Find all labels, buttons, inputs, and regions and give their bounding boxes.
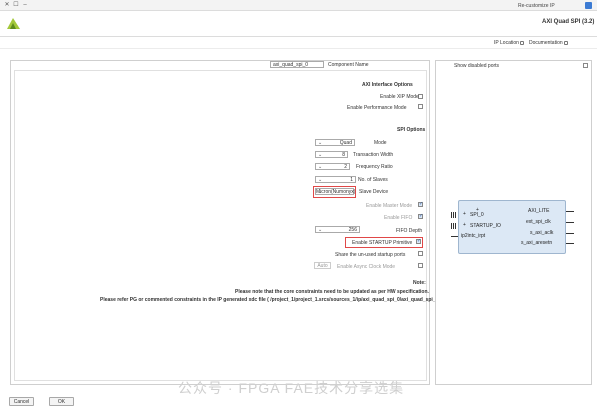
pin-line	[566, 211, 574, 212]
port-startup-io: STARTUP_IO	[470, 223, 501, 229]
show-disabled-ports-checkbox[interactable]	[583, 63, 588, 68]
options-frame	[14, 70, 427, 381]
window-title: Re-customize IP	[518, 3, 555, 9]
bus-icon	[451, 223, 457, 229]
documentation-link[interactable]: Documentation	[529, 40, 568, 46]
mode-label: Mode	[374, 140, 387, 146]
spi-options-title: SPI Options	[397, 127, 426, 133]
ip-location-link[interactable]: IP Location	[494, 40, 524, 46]
title-bar: ✕ ☐ – Re-customize IP	[0, 0, 597, 11]
dialog-header: AXI Quad SPI (3.2)	[0, 11, 597, 37]
minimize-icon[interactable]: –	[21, 2, 29, 9]
cancel-button[interactable]: Cancel	[9, 397, 34, 406]
port-startup-plus: +	[463, 222, 466, 228]
enable-startup-label: Enable STARTUP Primitive	[352, 240, 413, 246]
port-spi0-plus: +	[463, 211, 466, 217]
transaction-width-select[interactable]: ⌄ 8	[315, 151, 348, 158]
show-disabled-ports-label: Show disabled ports	[454, 63, 500, 69]
ok-button[interactable]: OK	[49, 397, 74, 406]
axi-options-title: AXI Interface Options	[362, 82, 413, 88]
vivado-icon	[585, 2, 592, 9]
port-s-axi-aresetn: s_axi_aresetn	[521, 240, 553, 246]
enable-async-label: Enable Async Clock Mode	[337, 264, 396, 270]
slave-device-select[interactable]: ⌄ Micron(Numonyx)	[315, 188, 355, 195]
bus-icon	[451, 212, 457, 218]
port-spi-0: SPI_0	[470, 212, 484, 218]
enable-performance-label: Enable Performance Mode	[347, 105, 407, 111]
async-mode-field[interactable]: Auto	[314, 262, 331, 269]
slave-device-label: Slave Device	[359, 189, 389, 195]
chevron-down-icon: ⌄	[318, 140, 323, 146]
chevron-down-icon: ⌄	[318, 227, 323, 233]
chevron-down-icon: ⌄	[318, 177, 323, 183]
book-icon	[563, 40, 568, 45]
frequency-ratio-select[interactable]: ⌄ 2	[315, 163, 350, 170]
enable-performance-checkbox[interactable]	[418, 104, 423, 109]
port-axi-lite: AXI_LITE	[528, 208, 550, 214]
enable-master-mode-label: Enable Master Mode	[366, 203, 413, 209]
enable-master-mode-checkbox[interactable]	[418, 201, 423, 207]
no-of-slaves-select[interactable]: ⌄ 1	[315, 176, 356, 183]
enable-xip-label: Enable XIP Mode	[380, 94, 419, 100]
share-startup-label: Share the un-used startup ports	[335, 252, 406, 258]
xilinx-logo	[7, 18, 20, 29]
enable-fifo-label: Enable FIFO	[384, 215, 413, 221]
chevron-down-icon: ⌄	[318, 189, 323, 195]
note-line-1: Please note that the core constraints ne…	[235, 289, 429, 295]
no-of-slaves-label: No. of Slaves	[358, 177, 388, 183]
transaction-width-label: Transaction Width	[353, 152, 394, 158]
chevron-down-icon: ⌄	[318, 152, 323, 158]
port-s-axi-aclk: s_axi_aclk	[530, 230, 554, 236]
link-bar: Documentation IP Location	[0, 37, 597, 49]
enable-startup-checkbox[interactable]	[416, 238, 421, 244]
frequency-ratio-label: Frequency Ratio	[356, 164, 393, 170]
note-line-2: Please refer PG or commented constraints…	[100, 297, 453, 303]
pin-line	[566, 243, 574, 244]
component-name-label: Component Name	[328, 62, 369, 68]
note-title: Note:	[413, 280, 426, 286]
share-startup-checkbox[interactable]	[418, 251, 423, 256]
chevron-down-icon: ⌄	[318, 164, 323, 170]
component-name-input[interactable]: axi_quad_spi_0	[270, 61, 324, 68]
mode-select[interactable]: ⌄ Quad	[315, 139, 355, 146]
dialog-title: AXI Quad SPI (3.2)	[542, 19, 595, 25]
watermark: 公众号 · FPGA FAE技术分享选集	[178, 380, 405, 396]
port-ip2intc-irpt: ip2intc_irpt	[461, 233, 486, 239]
maximize-icon[interactable]: ☐	[12, 2, 20, 9]
port-ext-spi-clk: ext_spi_clk	[526, 219, 551, 225]
folder-icon	[519, 40, 524, 45]
enable-fifo-checkbox[interactable]	[418, 213, 423, 219]
pin-line	[451, 236, 458, 237]
fifo-depth-select[interactable]: ⌄ 256	[315, 226, 360, 233]
pin-line	[566, 222, 574, 223]
enable-async-checkbox[interactable]	[418, 263, 423, 268]
pin-line	[566, 233, 574, 234]
fifo-depth-label: FIFO Depth	[396, 228, 423, 234]
close-icon[interactable]: ✕	[3, 2, 11, 9]
